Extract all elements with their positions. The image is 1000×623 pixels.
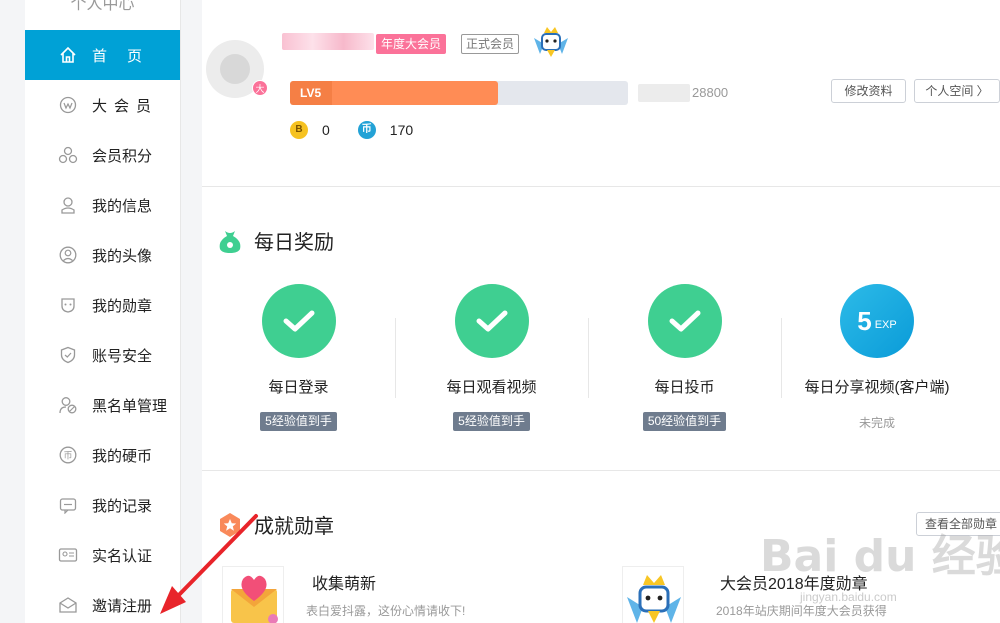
vip-avatar-mark: 大 [252, 80, 268, 96]
profile-header: 大 年度大会员 正式会员 LV5 28800 修改资料 个人空间 〉 B 0 币… [202, 0, 1000, 187]
blacklist-icon [58, 395, 78, 415]
check-icon [261, 284, 336, 358]
task-watch: 每日观看视频 5经验值到手 [395, 282, 588, 431]
sidebar-item-avatar[interactable]: 我的头像 [25, 230, 180, 280]
b-coin-icon: B [290, 121, 308, 139]
member-tag: 正式会员 [461, 34, 520, 54]
medal-heart-letter-icon [222, 566, 284, 623]
task-login: 每日登录 5经验值到手 [202, 282, 395, 431]
money-bag-icon [219, 230, 241, 253]
sidebar-item-records[interactable]: 我的记录 [25, 480, 180, 530]
sidebar-item-label: 实名认证 [92, 547, 153, 565]
check-icon [647, 284, 722, 358]
vip-icon [58, 95, 78, 115]
medal-desc: 表白爱抖露，这份心情请收下! [306, 604, 466, 618]
watermark-url: jingyan.baidu.com [800, 590, 897, 604]
coin-icon: 币 [58, 445, 78, 465]
check-icon [454, 284, 529, 358]
sidebar-item-label: 我的勋章 [92, 297, 153, 315]
sidebar-item-home[interactable]: 首页 [25, 30, 180, 80]
avatar-icon [58, 245, 78, 265]
currency-row: B 0 币 170 [290, 121, 413, 139]
medal-name: 收集萌新 [312, 576, 377, 593]
task-name: 每日投币 [654, 379, 715, 396]
id-card-icon [58, 545, 78, 565]
sidebar-item-points[interactable]: 会员积分 [25, 130, 180, 180]
task-reward: 5经验值到手 [453, 412, 530, 431]
sidebar-item-blacklist[interactable]: 黑名单管理 [25, 380, 180, 430]
task-reward: 50经验值到手 [642, 412, 727, 431]
b-coin-count: 0 [322, 122, 330, 138]
achievements-title: 成就勋章 [216, 510, 334, 539]
sidebar-item-label: 我的头像 [92, 247, 153, 265]
sidebar: 个人中心 首页 大会员 会员积分 我的信息 我的头像 我的勋章 账号安全 黑名单… [25, 0, 181, 623]
coin-count: 170 [389, 122, 414, 138]
exp-value: 5 [857, 305, 872, 336]
task-coin: 每日投币 50经验值到手 [588, 282, 781, 431]
watermark: Bai du 经验 [760, 531, 1000, 582]
level-progress-fill [332, 81, 498, 105]
sidebar-item-coins[interactable]: 币 我的硬币 [25, 430, 180, 480]
sidebar-item-label: 我的硬币 [92, 447, 153, 465]
sidebar-item-medal[interactable]: 我的勋章 [25, 280, 180, 330]
task-name: 每日观看视频 [446, 379, 537, 396]
sidebar-header: 个人中心 [70, 0, 135, 13]
sidebar-item-label: 我的记录 [92, 497, 153, 515]
home-icon [58, 45, 78, 65]
sidebar-item-label: 我的信息 [92, 197, 153, 215]
task-share: 5 EXP 每日分享视频(客户端) 未完成 [754, 282, 1000, 432]
section-title-text: 每日奖励 [254, 232, 334, 254]
sidebar-item-label: 黑名单管理 [92, 397, 168, 415]
task-name: 每日登录 [268, 379, 329, 396]
exp-icon: 5 EXP [840, 284, 914, 358]
coin-icon: 币 [357, 121, 376, 139]
medal-desc: 2018年站庆期间年度大会员获得 [716, 604, 887, 618]
level-progress-bar [332, 81, 628, 105]
sidebar-item-label: 账号安全 [92, 347, 153, 365]
exp-total: 28800 [692, 85, 729, 100]
vip-badge-icon [534, 27, 568, 57]
medal-icon [58, 295, 78, 315]
sidebar-item-info[interactable]: 我的信息 [25, 180, 180, 230]
task-name: 每日分享视频(客户端) [804, 379, 950, 396]
exp-unit: EXP [874, 319, 897, 331]
sidebar-item-realname[interactable]: 实名认证 [25, 530, 180, 580]
sidebar-item-security[interactable]: 账号安全 [25, 330, 180, 380]
username-blurred [282, 33, 374, 50]
section-title-text: 成就勋章 [254, 516, 334, 538]
sidebar-item-invite[interactable]: 邀请注册 [25, 580, 180, 623]
task-reward: 5经验值到手 [260, 412, 337, 431]
task-status: 未完成 [858, 416, 895, 430]
svg-text:币: 币 [63, 451, 72, 462]
level-tag: LV5 [290, 81, 338, 105]
sidebar-item-label: 首页 [92, 47, 163, 65]
star-badge-icon [220, 512, 240, 537]
daily-rewards-title: 每日奖励 [216, 226, 334, 255]
sidebar-item-label: 会员积分 [92, 147, 153, 165]
sidebar-item-vip[interactable]: 大会员 [25, 80, 180, 130]
exp-current-blurred [638, 84, 690, 102]
divider [202, 470, 1000, 471]
daily-tasks: 每日登录 5经验值到手 每日观看视频 5经验值到手 每日投币 50经验值到手 5… [202, 282, 1000, 432]
personal-space-button[interactable]: 个人空间 〉 [914, 79, 1000, 103]
shield-icon [58, 345, 78, 365]
sidebar-item-label: 邀请注册 [92, 597, 153, 615]
user-info-icon [58, 195, 78, 215]
invite-icon [58, 595, 78, 615]
points-icon [58, 145, 78, 165]
record-icon [58, 495, 78, 515]
sidebar-item-label: 大会员 [92, 97, 159, 115]
vip-tag[interactable]: 年度大会员 [376, 34, 447, 54]
edit-profile-button[interactable]: 修改资料 [831, 79, 906, 103]
vip-2018-medal-icon [622, 566, 684, 623]
